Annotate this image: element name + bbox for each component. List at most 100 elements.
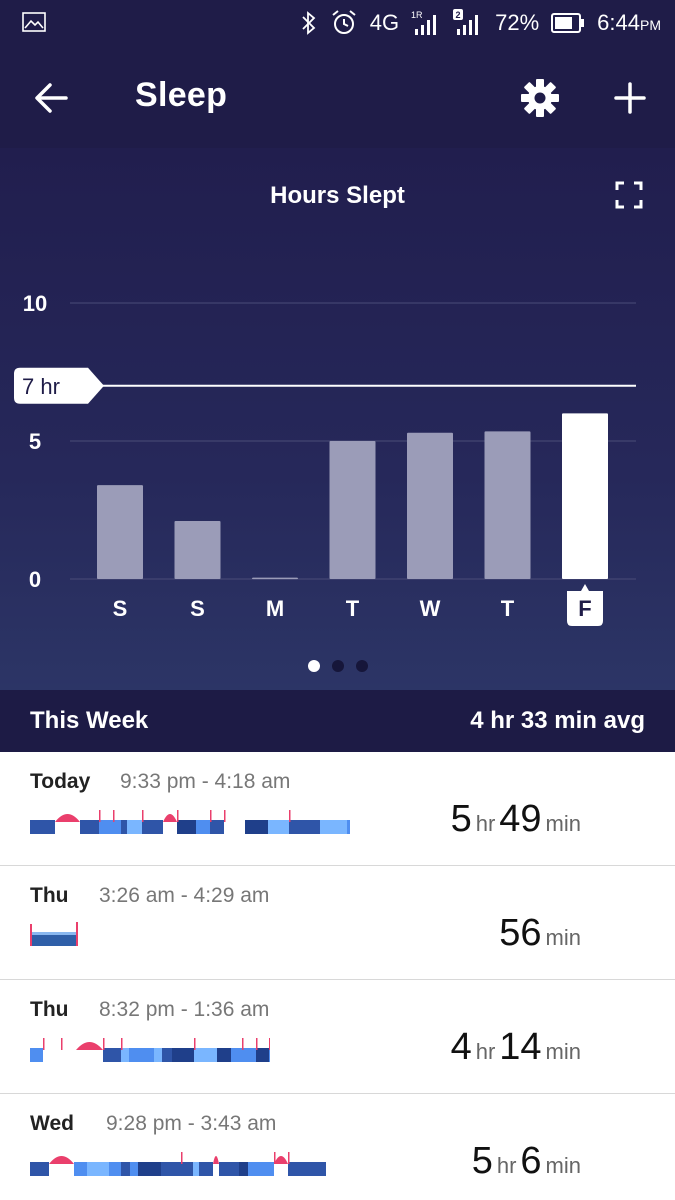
sleep-stage-segment: [219, 1162, 239, 1176]
page-dot[interactable]: [307, 660, 320, 672]
bar: [407, 432, 453, 579]
clock: 6:44PM: [597, 10, 661, 36]
hours-slept-chart[interactable]: 0 5 10 S S M T W T F 7 hr Hours Slept: [0, 148, 675, 690]
sleep-stage-segment: [288, 1162, 305, 1176]
awake-marker: [210, 810, 212, 822]
svg-text:2: 2: [456, 10, 461, 20]
y-tick-label: 10: [23, 291, 47, 316]
battery-icon: [551, 13, 585, 33]
entry-duration: 5 hr 49 min: [451, 798, 585, 841]
entry-time-range: 8:32 pm - 1:36 am: [99, 998, 270, 1021]
add-button[interactable]: [610, 78, 650, 118]
awake-marker: [30, 924, 32, 946]
sleep-stage-segment: [121, 820, 127, 834]
sleep-stage-segment: [142, 820, 163, 834]
sleep-stage-segment: [30, 1162, 49, 1176]
week-average: 4 hr 33 min avg: [470, 707, 645, 734]
sleep-stage-segment: [305, 1162, 326, 1176]
sleep-stage-segment: [193, 1162, 199, 1176]
duration-minutes: 56: [499, 912, 542, 954]
sleep-stage-segment: [138, 1162, 161, 1176]
sleep-stage-segment: [177, 820, 196, 834]
awake-marker: [242, 1038, 244, 1050]
alarm-icon: [332, 10, 356, 34]
sleep-stage-segment: [347, 820, 350, 834]
entry-duration: 56 min: [491, 912, 585, 955]
sleep-stage-segment: [30, 1048, 43, 1062]
sleep-entry[interactable]: Thu 3:26 am - 4:29 am 56 min: [0, 866, 675, 980]
entry-time-range: 9:28 pm - 3:43 am: [106, 1112, 277, 1135]
awake-marker: [274, 1156, 288, 1164]
goal-label: 7 hr: [22, 374, 60, 399]
sleep-stage-segment: [239, 1162, 248, 1176]
sleep-stage-segment: [181, 1162, 193, 1176]
awake-marker: [256, 1038, 258, 1050]
sleep-stage-segment: [162, 1048, 172, 1062]
awake-marker: [181, 1152, 183, 1164]
sleep-entry[interactable]: Thu 8:32 pm - 1:36 am 4 hr 14 min: [0, 980, 675, 1094]
sleep-stage-segment: [87, 1162, 109, 1176]
sleep-entry[interactable]: Today 9:33 pm - 4:18 am 5 hr 49 min: [0, 752, 675, 866]
duration-hours: 4: [450, 1026, 472, 1068]
fullscreen-button[interactable]: [614, 180, 644, 210]
clock-time: 6:44: [597, 10, 640, 35]
duration-hours-unit: hr: [475, 1039, 496, 1064]
sleep-stage-segment: [301, 820, 320, 834]
sleep-stage-segment: [161, 1162, 181, 1176]
duration-minutes-unit: min: [545, 925, 581, 950]
page-dot[interactable]: [331, 660, 344, 672]
sleep-stage-segment: [196, 820, 210, 834]
sleep-entry[interactable]: Wed 9:28 pm - 3:43 am 5 hr 6 min: [0, 1094, 675, 1200]
bar: [174, 521, 221, 579]
duration-minutes: 6: [520, 1140, 542, 1182]
awake-marker: [76, 1042, 103, 1050]
awake-marker: [121, 1038, 123, 1050]
awake-marker: [43, 1038, 45, 1050]
sleep-stage-segment: [248, 1162, 274, 1176]
sleep-stage-segment: [231, 1048, 242, 1062]
awake-marker: [224, 810, 226, 822]
duration-minutes: 49: [499, 798, 542, 840]
sleep-stage-segment: [121, 1048, 129, 1062]
y-tick-label: 5: [29, 429, 41, 454]
settings-button[interactable]: [518, 76, 562, 120]
entry-day: Thu: [30, 998, 69, 1021]
duration-minutes-unit: min: [545, 1153, 581, 1178]
entry-day: Thu: [30, 884, 69, 907]
awake-marker: [194, 1038, 196, 1050]
sleep-stage-segment: [268, 820, 289, 834]
sleep-stages-strip: [30, 810, 350, 834]
sleep-stage-segment: [269, 1048, 270, 1062]
x-tick-label: T: [346, 596, 360, 621]
awake-marker: [49, 1156, 74, 1164]
expand-icon: [615, 181, 643, 209]
week-summary-bar: This Week 4 hr 33 min avg: [0, 690, 675, 752]
status-bar: 4G 1R 2 72% 6:44PM: [0, 0, 675, 48]
entry-time-range: 9:33 pm - 4:18 am: [120, 770, 291, 793]
bar: [97, 485, 143, 579]
sleep-stages-strip: [30, 1152, 326, 1176]
app-bar: Sleep: [0, 48, 675, 148]
page-indicator: [0, 660, 675, 672]
awake-marker: [289, 810, 291, 822]
signal-icon: 2: [453, 9, 479, 35]
arrow-left-icon: [35, 83, 68, 113]
duration-hours: 5: [471, 1140, 493, 1182]
bluetooth-icon: [302, 11, 316, 35]
awake-marker: [269, 1038, 270, 1050]
sleep-stage-segment: [194, 1048, 217, 1062]
entry-day: Wed: [30, 1112, 74, 1135]
sleep-stage-segment: [103, 1048, 121, 1062]
entry-time-range: 3:26 am - 4:29 am: [99, 884, 270, 907]
bar: [484, 431, 531, 579]
awake-marker: [113, 810, 115, 822]
sleep-log-list: Today 9:33 pm - 4:18 am 5 hr 49 min Thu 3:2…: [0, 752, 675, 1200]
back-button[interactable]: [30, 78, 74, 118]
duration-minutes: 14: [499, 1026, 542, 1068]
image-icon: [22, 12, 46, 32]
sleep-stage-segment: [242, 1048, 256, 1062]
sleep-stage-segment: [130, 1162, 138, 1176]
x-tick-label: S: [190, 596, 205, 621]
sleep-stage-segment: [129, 1048, 154, 1062]
page-dot[interactable]: [355, 660, 368, 672]
